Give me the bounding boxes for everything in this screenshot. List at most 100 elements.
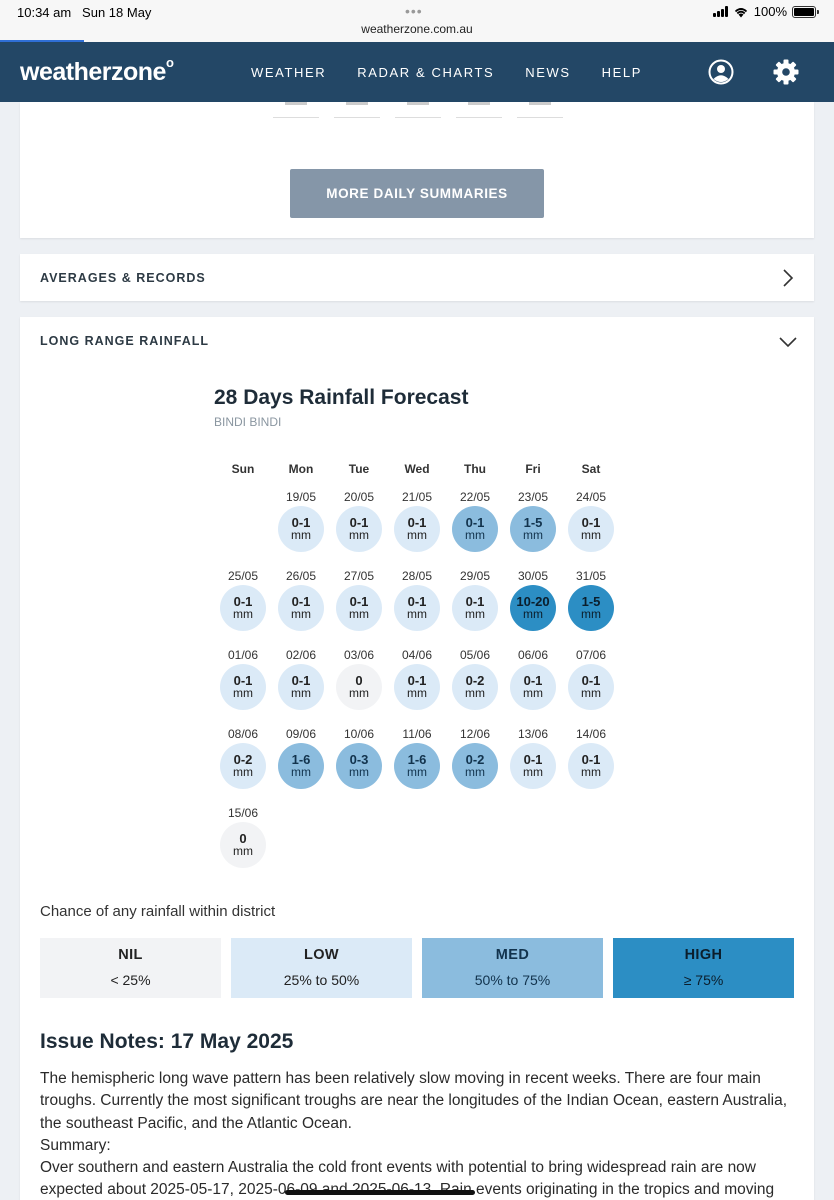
- forecast-day: 07/06 0-1 mm: [561, 648, 621, 718]
- forecast-day: 30/05 10-20 mm: [503, 569, 563, 639]
- forecast-date: 01/06: [227, 648, 259, 662]
- wifi-icon: [734, 7, 747, 17]
- url-bar[interactable]: weatherzone.com.au: [0, 22, 834, 36]
- more-daily-summaries-button[interactable]: MORE DAILY SUMMARIES: [290, 169, 544, 218]
- weekday-header: Sun: [231, 462, 255, 476]
- forecast-day: 24/05 0-1 mm: [561, 490, 621, 560]
- rainfall-unit: mm: [523, 607, 543, 621]
- forecast-date: 24/05: [575, 490, 607, 504]
- forecast-date: 10/06: [343, 727, 375, 741]
- tab-dots-icon[interactable]: •••: [405, 3, 423, 19]
- forecast-day: 11/06 1-6 mm: [387, 727, 447, 797]
- legend-low: LOW 25% to 50%: [231, 938, 412, 998]
- rainfall-bubble: 0-1 mm: [336, 506, 382, 552]
- nav-help[interactable]: HELP: [602, 65, 642, 80]
- account-icon[interactable]: [707, 58, 735, 86]
- rainfall-bubble: 10-20 mm: [510, 585, 556, 631]
- forecast-day: 21/05 0-1 mm: [387, 490, 447, 560]
- rainfall-bubble: 0-1 mm: [510, 743, 556, 789]
- legend-range: < 25%: [110, 972, 151, 988]
- settings-gear-icon[interactable]: [772, 58, 800, 86]
- forecast-date: 26/05: [285, 569, 317, 583]
- forecast-date: 21/05: [401, 490, 433, 504]
- overlay-scribble: [285, 1190, 475, 1195]
- rainfall-bubble: 1-6 mm: [394, 743, 440, 789]
- rainfall-unit: mm: [465, 765, 485, 779]
- forecast-date: 05/06: [459, 648, 491, 662]
- rainfall-bubble: 0 mm: [336, 664, 382, 710]
- rainfall-bubble: 0-2 mm: [452, 743, 498, 789]
- rainfall-unit: mm: [465, 607, 485, 621]
- rainfall-bubble: 0-1 mm: [452, 585, 498, 631]
- forecast-date: 02/06: [285, 648, 317, 662]
- rainfall-unit: mm: [291, 607, 311, 621]
- forecast-date: 29/05: [459, 569, 491, 583]
- forecast-day: 09/06 1-6 mm: [271, 727, 331, 797]
- rainfall-unit: mm: [581, 607, 601, 621]
- forecast-date: 04/06: [401, 648, 433, 662]
- forecast-day: 22/05 0-1 mm: [445, 490, 505, 560]
- chevron-down-icon[interactable]: [779, 336, 797, 348]
- issue-paragraph: The hemispheric long wave pattern has be…: [40, 1070, 788, 1132]
- forecast-date: 11/06: [402, 727, 432, 741]
- forecast-day: 06/06 0-1 mm: [503, 648, 563, 718]
- forecast-day: 12/06 0-2 mm: [445, 727, 505, 797]
- rainfall-unit: mm: [407, 607, 427, 621]
- forecast-date: 03/06: [343, 648, 375, 662]
- rainfall-unit: mm: [407, 686, 427, 700]
- forecast-date: 09/06: [285, 727, 317, 741]
- rainfall-bubble: 1-5 mm: [510, 506, 556, 552]
- issue-notes-title: Issue Notes: 17 May 2025: [40, 1030, 294, 1053]
- forecast-day: 13/06 0-1 mm: [503, 727, 563, 797]
- forecast-day: 31/05 1-5 mm: [561, 569, 621, 639]
- forecast-location: BINDI BINDI: [214, 415, 282, 429]
- forecast-day: 02/06 0-1 mm: [271, 648, 331, 718]
- rainfall-unit: mm: [233, 686, 253, 700]
- rainfall-unit: mm: [523, 686, 543, 700]
- rainfall-bubble: 0-3 mm: [336, 743, 382, 789]
- forecast-day: 04/06 0-1 mm: [387, 648, 447, 718]
- rainfall-unit: mm: [233, 844, 253, 858]
- daily-summaries-card: MORE DAILY SUMMARIES: [20, 102, 814, 238]
- cellular-signal-icon: [712, 6, 728, 17]
- nav-radar-charts[interactable]: RADAR & CHARTS: [357, 65, 494, 80]
- forecast-date: 12/06: [459, 727, 491, 741]
- forecast-date: 13/06: [517, 727, 549, 741]
- forecast-day: 14/06 0-1 mm: [561, 727, 621, 797]
- forecast-date: 06/06: [517, 648, 549, 662]
- forecast-date: 25/05: [227, 569, 259, 583]
- forecast-day: 19/05 0-1 mm: [271, 490, 331, 560]
- rainfall-bubble: 0-1 mm: [452, 506, 498, 552]
- weekday-header: Wed: [404, 462, 430, 476]
- forecast-date: 22/05: [459, 490, 491, 504]
- rainfall-unit: mm: [291, 765, 311, 779]
- forecast-day: 23/05 1-5 mm: [503, 490, 563, 560]
- nav-news[interactable]: NEWS: [525, 65, 570, 80]
- rainfall-unit: mm: [291, 686, 311, 700]
- rainfall-bubble: 0-1 mm: [568, 506, 614, 552]
- forecast-date: 20/05: [343, 490, 375, 504]
- weekday-header: Mon: [288, 462, 314, 476]
- forecast-day: 03/06 0 mm: [329, 648, 389, 718]
- rainfall-unit: mm: [349, 686, 369, 700]
- rainfall-unit: mm: [233, 607, 253, 621]
- rainfall-unit: mm: [407, 528, 427, 542]
- summary-label: Summary:: [40, 1136, 111, 1154]
- summary-cell: [273, 102, 319, 118]
- nav-weather[interactable]: WEATHER: [251, 65, 326, 80]
- summary-cell: [334, 102, 380, 118]
- forecast-date: 28/05: [401, 569, 433, 583]
- forecast-title: 28 Days Rainfall Forecast: [214, 386, 469, 409]
- weatherzone-logo[interactable]: weatherzoneo: [20, 55, 174, 87]
- forecast-date: 15/06: [227, 806, 259, 820]
- averages-records-card[interactable]: AVERAGES & RECORDS: [20, 254, 814, 301]
- rainfall-bubble: 1-6 mm: [278, 743, 324, 789]
- summary-cell: [517, 102, 563, 118]
- legend-name: LOW: [303, 947, 340, 963]
- forecast-day: 08/06 0-2 mm: [213, 727, 273, 797]
- legend-nil: NIL < 25%: [40, 938, 221, 998]
- rainfall-bubble: 0-1 mm: [278, 506, 324, 552]
- summary-cell: [395, 102, 441, 118]
- rainfall-bubble: 0-1 mm: [278, 585, 324, 631]
- rainfall-bubble: 0-1 mm: [278, 664, 324, 710]
